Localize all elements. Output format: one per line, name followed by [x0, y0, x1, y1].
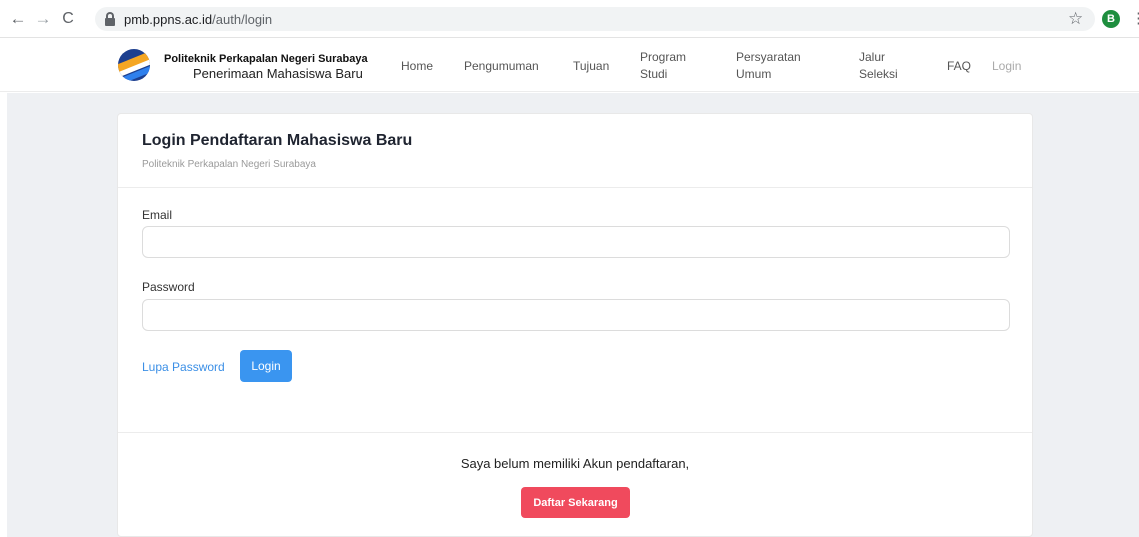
back-arrow-icon[interactable]: ← [8, 9, 28, 29]
lock-icon [105, 12, 115, 26]
card-subtitle: Politeknik Perkapalan Negeri Surabaya [142, 159, 316, 170]
nav-faq[interactable]: FAQ [947, 59, 971, 73]
site-header: Politeknik Perkapalan Negeri Surabaya Pe… [0, 39, 1139, 92]
email-label: Email [142, 208, 173, 222]
bookmark-star-icon[interactable]: ☆ [1068, 9, 1083, 29]
url-host: pmb.ppns.ac.id [124, 12, 213, 27]
password-input[interactable] [142, 299, 1010, 331]
nav-login[interactable]: Login [992, 59, 1021, 73]
address-bar[interactable]: pmb.ppns.ac.id/auth/login [95, 7, 1095, 31]
forgot-password-link[interactable]: Lupa Password [142, 360, 225, 374]
nav-program-studi-line1: Program [640, 50, 687, 64]
register-divider [118, 432, 1032, 433]
nav-program-studi[interactable]: Program Studi [640, 50, 686, 81]
nav-jalur-line1: Jalur [859, 50, 886, 64]
nav-jalur-line2: Seleksi [859, 67, 898, 81]
brand-subtitle: Penerimaan Mahasiswa Baru [193, 66, 363, 81]
url-path: /auth/login [212, 12, 273, 27]
nav-tujuan[interactable]: Tujuan [573, 59, 609, 73]
url-text: pmb.ppns.ac.id/auth/login [124, 12, 272, 27]
reload-icon[interactable]: C [58, 9, 78, 29]
login-button[interactable]: Login [240, 350, 292, 382]
nav-pengumuman[interactable]: Pengumuman [464, 59, 539, 73]
nav-persyaratan-line1: Persyaratan [736, 50, 801, 64]
register-prompt: Saya belum memiliki Akun pendaftaran, [460, 456, 690, 471]
email-input[interactable] [142, 226, 1010, 258]
nav-program-studi-line2: Studi [640, 67, 668, 81]
card-title: Login Pendaftaran Mahasiswa Baru [142, 132, 413, 149]
nav-persyaratan-umum[interactable]: Persyaratan Umum [736, 50, 801, 81]
nav-home[interactable]: Home [401, 59, 433, 73]
forward-arrow-icon[interactable]: → [33, 9, 53, 29]
register-button[interactable]: Daftar Sekarang [521, 487, 630, 518]
nav-jalur-seleksi[interactable]: Jalur Seleksi [859, 50, 898, 81]
card-divider [118, 187, 1032, 188]
nav-persyaratan-line2: Umum [736, 67, 772, 81]
profile-avatar[interactable]: B [1102, 10, 1120, 28]
browser-menu-icon[interactable]: ⋮ [1131, 9, 1139, 29]
brand-title: Politeknik Perkapalan Negeri Surabaya [164, 53, 368, 65]
login-card: Login Pendaftaran Mahasiswa Baru Politek… [117, 113, 1033, 537]
browser-toolbar: ← → C pmb.ppns.ac.id/auth/login ☆ B ⋮ [0, 0, 1139, 38]
password-label: Password [142, 280, 195, 294]
ppns-logo[interactable] [118, 49, 150, 81]
